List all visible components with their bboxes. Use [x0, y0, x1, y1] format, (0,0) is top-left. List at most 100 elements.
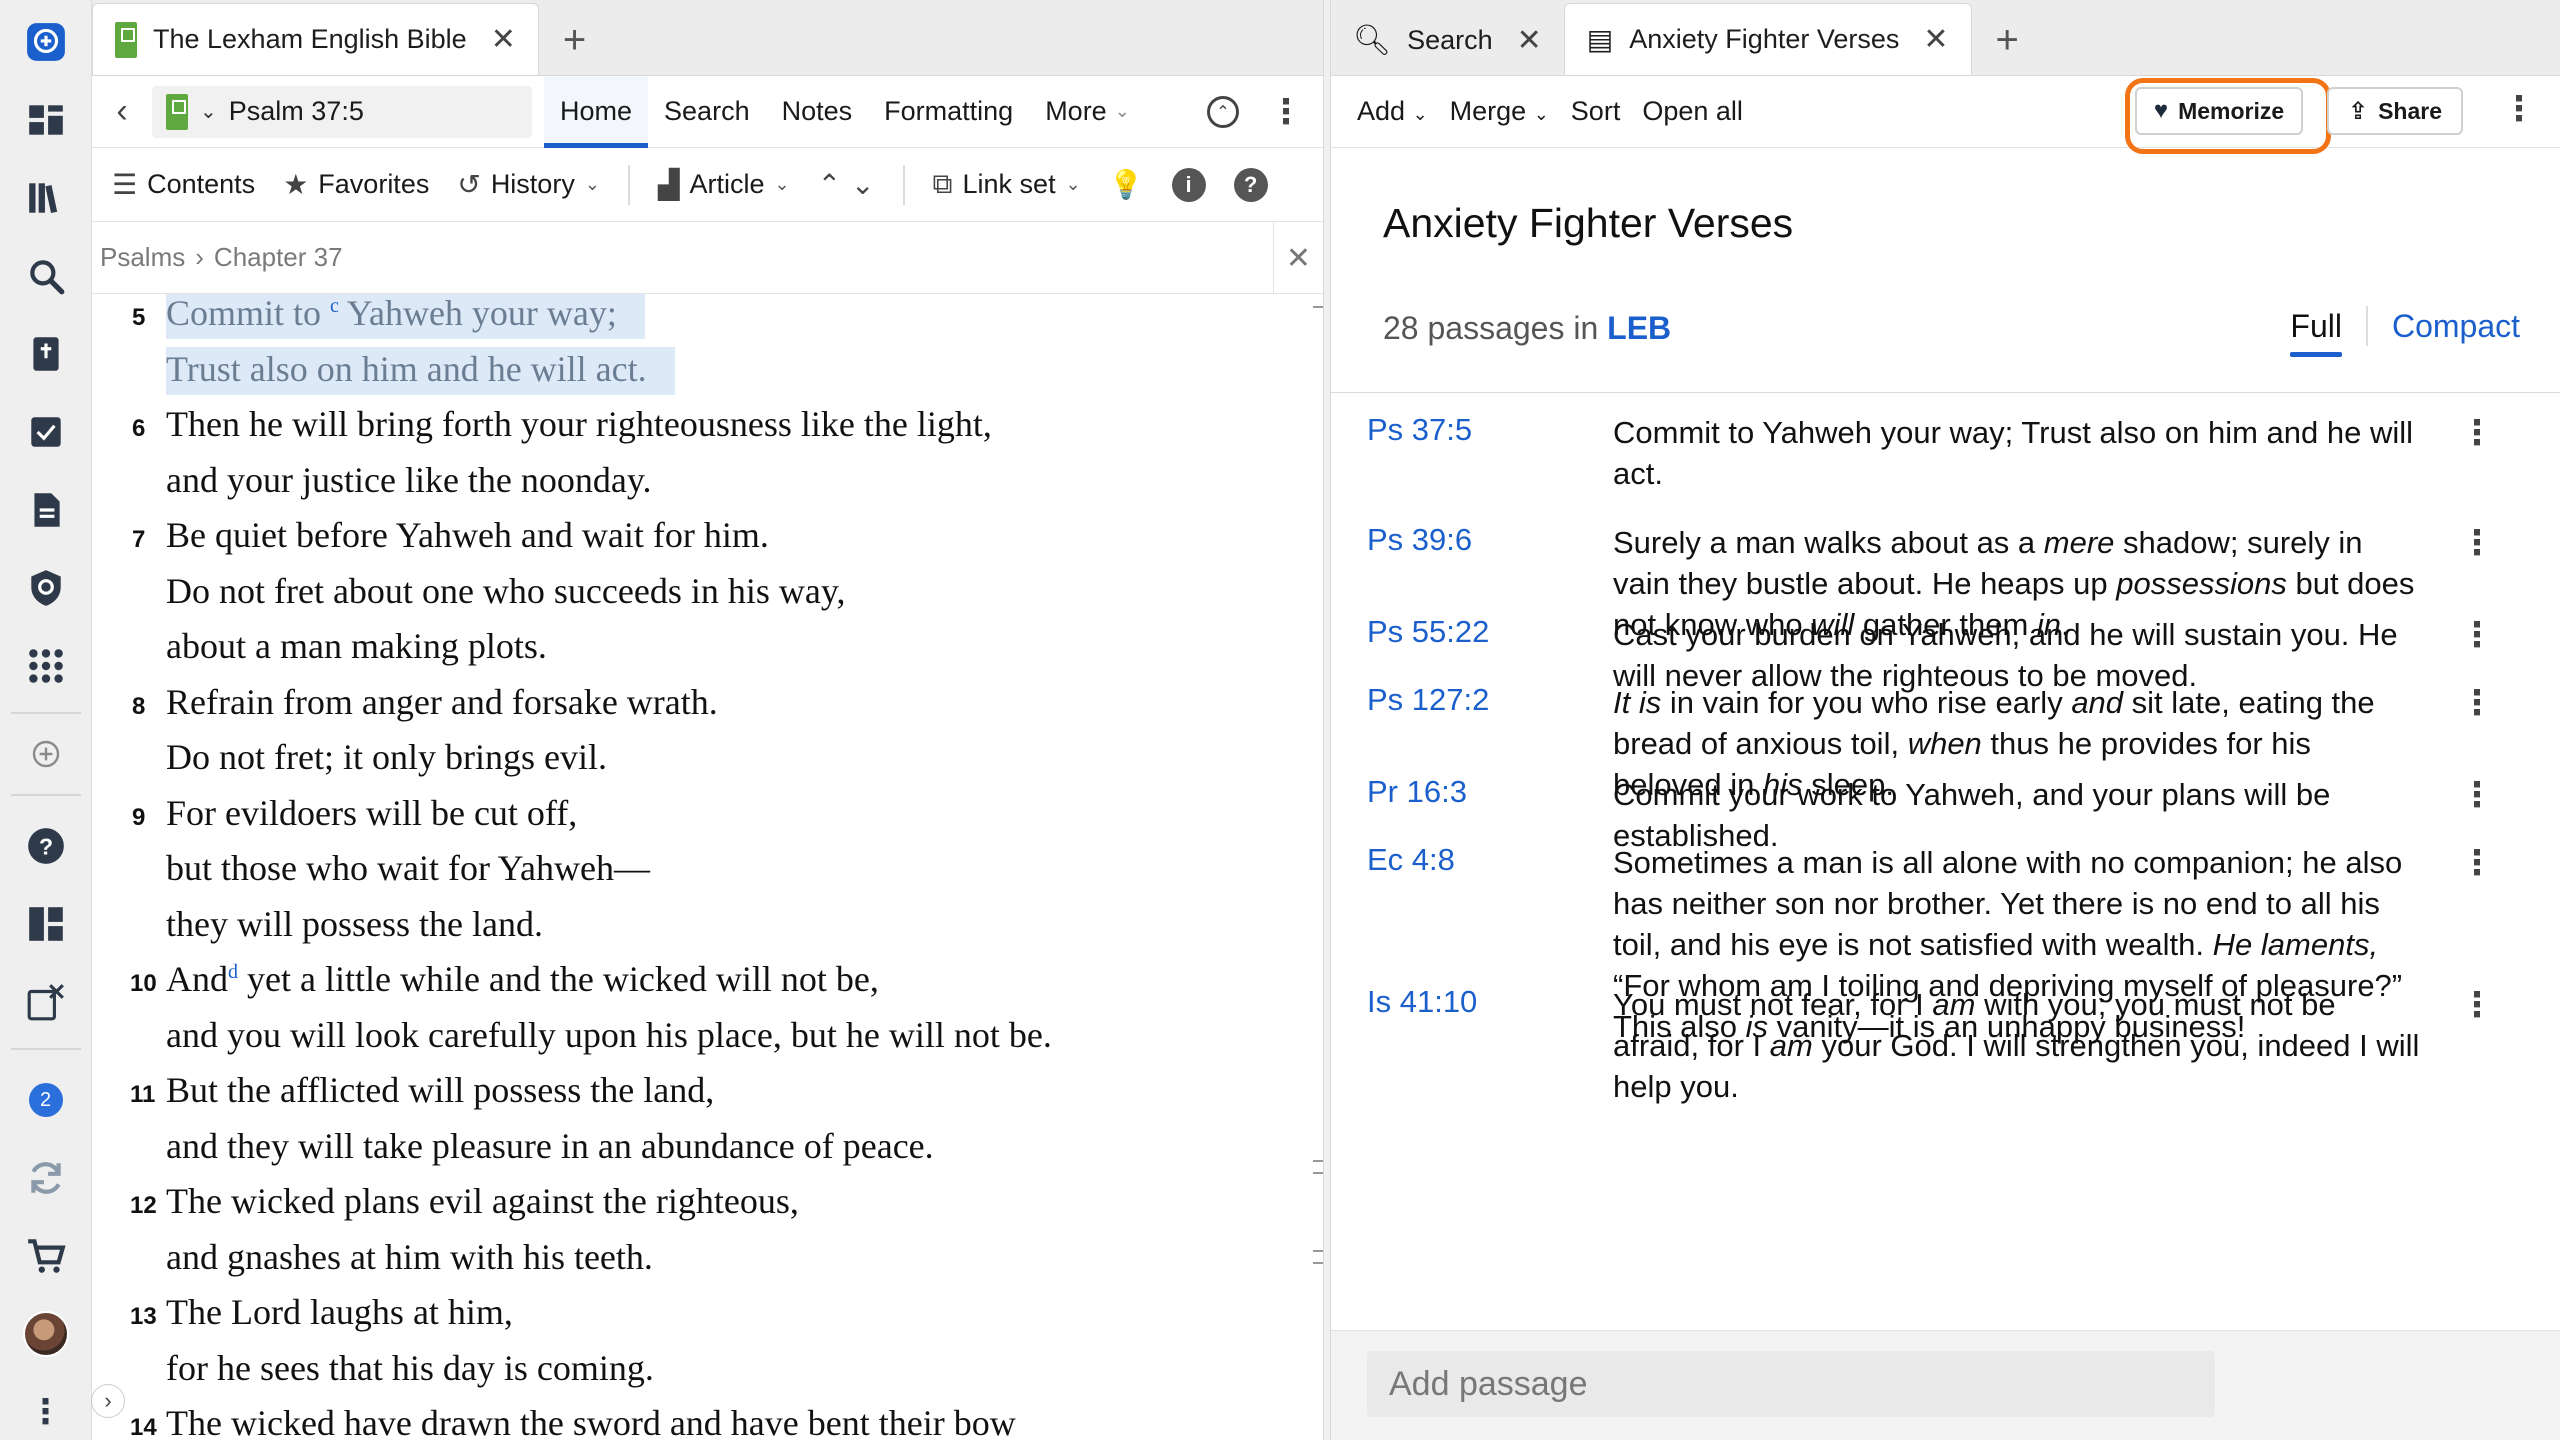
history-button[interactable]: ↺ History ⌄: [457, 168, 600, 201]
breadcrumb-book[interactable]: Psalms: [100, 242, 185, 273]
passage-reference-link[interactable]: Ec 4:8: [1367, 842, 1455, 878]
panel-menu-icon[interactable]: ⋮: [1269, 95, 1303, 129]
document-icon[interactable]: [18, 482, 74, 538]
logos-home-icon[interactable]: [18, 14, 74, 70]
add-tab-button[interactable]: +: [1972, 5, 2043, 75]
shield-icon[interactable]: [18, 560, 74, 616]
checklist-icon[interactable]: [18, 404, 74, 460]
verse-number[interactable]: 12: [130, 1192, 157, 1220]
resource-icon[interactable]: [166, 93, 188, 130]
add-circle-icon[interactable]: [18, 726, 74, 782]
passage-menu-icon[interactable]: ⋮: [2460, 526, 2494, 560]
article-button[interactable]: ▟ Article ⌄: [658, 168, 790, 201]
verse-number[interactable]: 11: [130, 1081, 155, 1109]
help-icon[interactable]: ?: [1233, 167, 1268, 202]
layouts-icon[interactable]: [18, 896, 74, 952]
verse-line[interactable]: The Lord laughs at him,: [166, 1291, 513, 1333]
apps-grid-icon[interactable]: [18, 638, 74, 694]
passage-menu-icon[interactable]: ⋮: [2460, 988, 2494, 1022]
dashboard-icon[interactable]: [18, 92, 74, 148]
tab-search[interactable]: Search: [648, 76, 766, 148]
footnote-marker[interactable]: d: [228, 961, 238, 983]
library-icon[interactable]: [18, 170, 74, 226]
verse-line[interactable]: but those who wait for Yahweh—: [166, 847, 650, 889]
breadcrumb-chapter[interactable]: Chapter 37: [214, 242, 343, 273]
lightbulb-icon[interactable]: 💡: [1109, 168, 1144, 201]
tab-more[interactable]: More ⌄: [1029, 76, 1146, 148]
close-icon[interactable]: ✕: [491, 22, 516, 57]
verse-number[interactable]: 10: [130, 970, 157, 998]
tab-formatting[interactable]: Formatting: [868, 76, 1029, 148]
passage-reference-link[interactable]: Ps 127:2: [1367, 682, 1489, 718]
verse-line[interactable]: Commit to c Yahweh your way;: [166, 294, 645, 339]
passage-reference-link[interactable]: Ps 55:22: [1367, 614, 1489, 650]
close-icon[interactable]: ✕: [1923, 22, 1948, 57]
verse-line[interactable]: they will possess the land.: [166, 903, 543, 945]
passage-menu-icon[interactable]: ⋮: [2460, 778, 2494, 812]
verse-number[interactable]: 9: [132, 804, 145, 832]
cart-icon[interactable]: [18, 1228, 74, 1284]
sync-icon[interactable]: [18, 1150, 74, 1206]
passage-reference-link[interactable]: Ps 37:5: [1367, 412, 1472, 448]
passage-menu-icon[interactable]: ⋮: [2460, 618, 2494, 652]
reference-box[interactable]: ⌄ Psalm 37:5: [152, 85, 532, 138]
panel-menu-icon[interactable]: ⋮: [2502, 92, 2536, 126]
passage-reference-link[interactable]: Is 41:10: [1367, 984, 1477, 1020]
passage-reference-link[interactable]: Ps 39:6: [1367, 522, 1472, 558]
passage-menu-icon[interactable]: ⋮: [2460, 686, 2494, 720]
close-icon[interactable]: ✕: [1517, 23, 1542, 58]
verse-line[interactable]: Then he will bring forth your righteousn…: [166, 403, 992, 445]
view-full-button[interactable]: Full: [2290, 308, 2342, 357]
verse-number[interactable]: 14: [130, 1414, 157, 1440]
verse-line[interactable]: The wicked have drawn the sword and have…: [166, 1402, 1016, 1440]
info-icon[interactable]: i: [1171, 167, 1206, 202]
passage-menu-icon[interactable]: ⋮: [2460, 846, 2494, 880]
sort-button[interactable]: Sort: [1571, 96, 1621, 127]
footnote-marker[interactable]: c: [330, 295, 339, 317]
notifications-badge[interactable]: 2: [18, 1072, 74, 1128]
verse-line[interactable]: Be quiet before Yahweh and wait for him.: [166, 514, 769, 556]
chevron-up-icon[interactable]: ⌃: [818, 168, 841, 201]
verse-line[interactable]: The wicked plans evil against the righte…: [166, 1180, 799, 1222]
tab-lexham-bible[interactable]: The Lexham English Bible ✕: [92, 3, 539, 75]
reference-input[interactable]: Psalm 37:5: [229, 96, 364, 127]
user-avatar[interactable]: [18, 1306, 74, 1362]
verse-line[interactable]: Trust also on him and he will act.: [166, 346, 675, 395]
memorize-button[interactable]: ♥ Memorize: [2135, 87, 2303, 135]
contents-button[interactable]: ☰ Contents: [112, 168, 255, 201]
passage-reference-link[interactable]: Pr 16:3: [1367, 774, 1467, 810]
verse-line[interactable]: and gnashes at him with his teeth.: [166, 1236, 653, 1278]
verse-line[interactable]: Refrain from anger and forsake wrath.: [166, 681, 718, 723]
verse-number[interactable]: 5: [132, 304, 145, 332]
view-compact-button[interactable]: Compact: [2392, 308, 2520, 345]
verse-line[interactable]: For evildoers will be cut off,: [166, 792, 577, 834]
close-panels-icon[interactable]: [18, 974, 74, 1030]
verse-number[interactable]: 6: [132, 415, 145, 443]
tab-notes[interactable]: Notes: [766, 76, 869, 148]
passage-menu-icon[interactable]: ⋮: [2460, 416, 2494, 450]
share-button[interactable]: ⇪ Share: [2327, 87, 2463, 135]
verse-line[interactable]: Andd yet a little while and the wicked w…: [166, 958, 879, 1000]
favorites-button[interactable]: ★ Favorites: [283, 168, 429, 201]
tab-home[interactable]: Home: [544, 75, 649, 148]
more-vertical-icon[interactable]: ⋮: [18, 1384, 74, 1440]
back-icon[interactable]: ‹: [92, 92, 152, 131]
tab-passage-list[interactable]: ▤ Anxiety Fighter Verses ✕: [1563, 3, 1972, 75]
collapse-up-icon[interactable]: ⌃: [1207, 96, 1239, 128]
search-icon[interactable]: [18, 248, 74, 304]
add-passage-input[interactable]: Add passage: [1367, 1351, 2215, 1417]
link-set-button[interactable]: ⧉ Link set ⌄: [933, 168, 1081, 201]
verse-line[interactable]: and they will take pleasure in an abunda…: [166, 1125, 934, 1167]
add-tab-button[interactable]: +: [539, 5, 610, 75]
verse-number[interactable]: 8: [132, 693, 145, 721]
verse-number[interactable]: 13: [130, 1303, 157, 1331]
verse-line[interactable]: and your justice like the noonday.: [166, 459, 652, 501]
version-link[interactable]: LEB: [1607, 310, 1671, 346]
verse-line[interactable]: for he sees that his day is coming.: [166, 1347, 654, 1389]
verse-line[interactable]: about a man making plots.: [166, 625, 547, 667]
add-menu[interactable]: Add ⌄: [1357, 96, 1428, 127]
verse-line[interactable]: and you will look carefully upon his pla…: [166, 1014, 1052, 1056]
verse-number[interactable]: 7: [132, 526, 145, 554]
verse-line[interactable]: Do not fret; it only brings evil.: [166, 736, 607, 778]
open-all-button[interactable]: Open all: [1642, 96, 1743, 127]
